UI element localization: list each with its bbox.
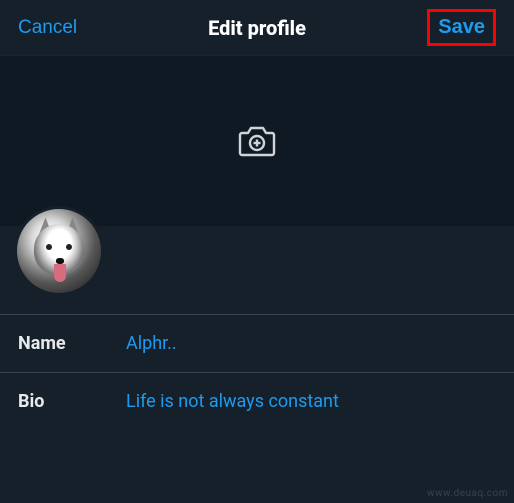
cancel-button[interactable]: Cancel (18, 17, 77, 39)
save-highlight-box: Save (427, 9, 496, 46)
bio-input[interactable] (126, 391, 496, 412)
banner-area[interactable] (0, 56, 514, 226)
save-button[interactable]: Save (438, 16, 485, 39)
avatar[interactable] (14, 206, 104, 296)
avatar-image (17, 209, 101, 293)
bio-field-row: Bio (0, 372, 514, 430)
bio-label: Bio (18, 391, 126, 412)
name-field-row: Name (0, 314, 514, 372)
name-label: Name (18, 333, 126, 354)
header-bar: Cancel Edit profile Save (0, 0, 514, 56)
camera-plus-icon (237, 123, 277, 159)
avatar-section (0, 226, 514, 314)
watermark: www.deuaq.com (427, 488, 508, 499)
page-title: Edit profile (208, 16, 306, 40)
add-banner-photo-button[interactable] (234, 118, 280, 164)
name-input[interactable] (126, 333, 496, 354)
